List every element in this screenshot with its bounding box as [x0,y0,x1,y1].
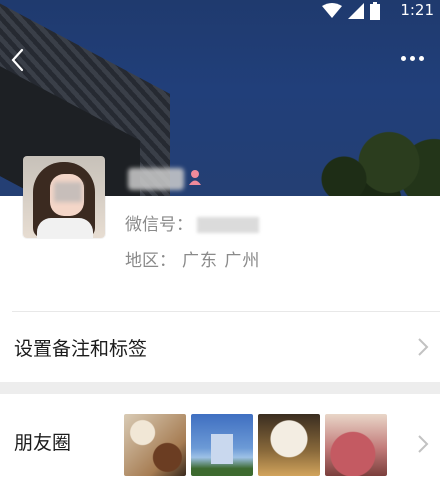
more-button[interactable] [396,48,428,68]
chevron-right-icon [418,338,429,356]
thumb-building [211,434,233,464]
section-gap [0,382,440,394]
back-chevron-icon [11,48,24,72]
moments-thumbnail-cat [258,414,320,476]
battery-icon [370,2,380,20]
region-row: 地区： 广东 广州 [125,246,260,271]
status-icons [322,2,380,20]
moments-thumbnail-meat [325,414,387,476]
moments-thumbnail-food [124,414,186,476]
wifi-icon [322,3,342,18]
moments-label: 朋友圈 [14,432,72,454]
region-label: 地区： [125,251,176,271]
chevron-right-icon [418,435,429,453]
nickname-redacted [128,168,184,190]
wechat-id-label: 微信号： [125,215,193,235]
set-remark-and-tags-row[interactable]: 设置备注和标签 [0,312,440,382]
avatar-face-blur [54,182,82,202]
more-dots-icon [400,55,406,61]
avatar[interactable] [23,156,105,238]
status-time: 1:21 [400,1,434,19]
wechat-id-redacted [197,217,259,233]
cellular-signal-icon [348,3,364,19]
wechat-id-row: 微信号： [125,210,259,235]
avatar-shirt [37,218,93,238]
back-button[interactable] [10,44,34,74]
status-bar: 1:21 [0,0,440,22]
moments-thumbnails [124,414,387,476]
more-dot [418,55,424,61]
moments-thumbnail-sky [191,414,253,476]
more-dot [409,55,415,61]
set-remark-label: 设置备注和标签 [14,337,148,360]
moments-row[interactable]: 朋友圈 [0,394,440,477]
region-value: 广东 广州 [182,251,261,271]
female-icon [189,170,201,185]
cover-trees [290,113,440,198]
